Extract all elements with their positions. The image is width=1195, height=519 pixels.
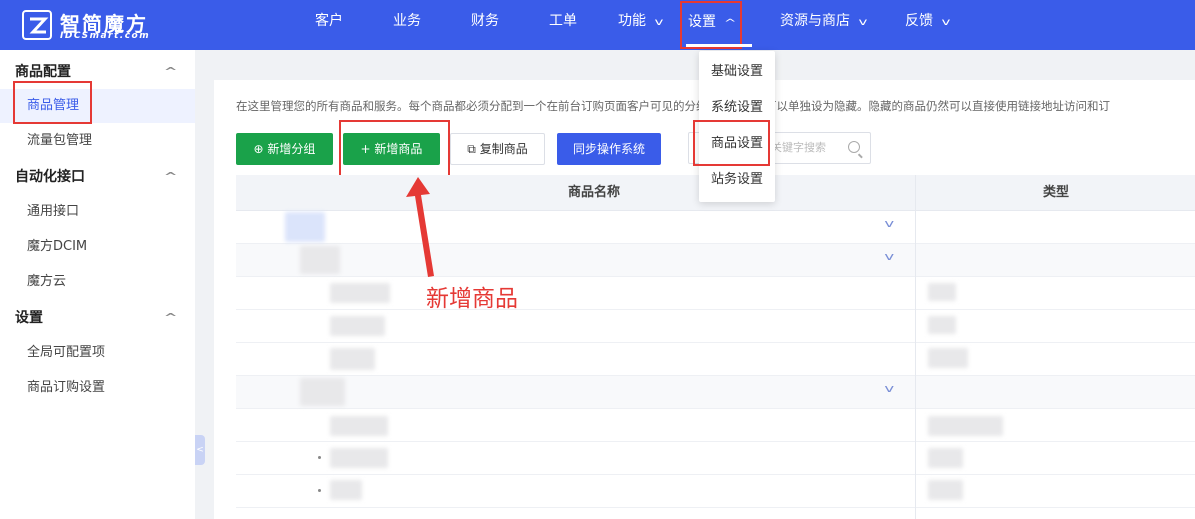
column-header-type: 类型 bbox=[1043, 185, 1070, 200]
sidebar-item-global-config[interactable]: 全局可配置项 bbox=[0, 336, 195, 370]
blurred-content bbox=[330, 348, 375, 370]
chevron-down-icon[interactable]: v bbox=[884, 217, 894, 230]
blurred-content bbox=[928, 448, 963, 468]
blurred-content bbox=[330, 416, 388, 436]
logo-subtitle: IDCSmart.com bbox=[60, 31, 151, 41]
nav-features[interactable]: 功能 v bbox=[618, 0, 664, 50]
blurred-content bbox=[928, 283, 956, 301]
logo[interactable]: 智简魔方 IDCSmart.com bbox=[22, 8, 172, 42]
chevron-down-icon: v bbox=[654, 17, 664, 28]
sync-os-button[interactable]: 同步操作系统 bbox=[557, 133, 661, 165]
list-bullet bbox=[318, 456, 321, 459]
logo-mark-icon bbox=[22, 10, 52, 40]
sidebar-group-automation[interactable]: 自动化接口 ^ bbox=[0, 160, 195, 194]
blurred-content bbox=[300, 246, 340, 274]
top-navbar: 智简魔方 IDCSmart.com 客户 业务 财务 工单 功能 v 设置 ^ 资源… bbox=[0, 0, 1195, 50]
highlight-box-product-management bbox=[13, 81, 92, 124]
chevron-down-icon[interactable]: v bbox=[884, 250, 894, 263]
search-icon bbox=[848, 141, 860, 153]
copy-product-button[interactable]: ⧉ 复制商品 bbox=[450, 133, 545, 165]
sidebar-collapse-handle[interactable]: < bbox=[195, 435, 205, 465]
menu-item-site-settings[interactable]: 站务设置 bbox=[699, 162, 775, 198]
blurred-content bbox=[928, 348, 968, 368]
nav-business[interactable]: 业务 bbox=[393, 0, 421, 50]
sidebar-group-settings[interactable]: 设置 ^ bbox=[0, 301, 195, 335]
blurred-content bbox=[928, 316, 956, 334]
annotation-arrow-icon bbox=[406, 177, 434, 277]
table-row[interactable]: v bbox=[236, 244, 1195, 277]
table-row[interactable] bbox=[236, 343, 1195, 376]
chevron-up-icon: ^ bbox=[163, 170, 178, 183]
blurred-content bbox=[300, 378, 345, 406]
blurred-content bbox=[330, 448, 388, 468]
nav-feedback[interactable]: 反馈 v bbox=[905, 0, 951, 50]
blurred-content bbox=[928, 480, 963, 500]
chevron-down-icon: v bbox=[941, 17, 951, 28]
sidebar-item-general-interface[interactable]: 通用接口 bbox=[0, 195, 195, 229]
blurred-content bbox=[330, 283, 390, 303]
highlight-box-add-product bbox=[339, 120, 450, 179]
table-row[interactable]: v bbox=[236, 376, 1195, 409]
nav-customers[interactable]: 客户 bbox=[315, 0, 343, 50]
nav-settings[interactable]: 设置 ^ bbox=[680, 1, 743, 49]
list-bullet bbox=[318, 489, 321, 492]
add-group-button[interactable]: ⊕ 新增分组 bbox=[236, 133, 333, 165]
blurred-content bbox=[330, 316, 385, 336]
table-row[interactable] bbox=[236, 475, 1195, 508]
column-header-product-name: 商品名称 bbox=[568, 185, 621, 200]
table-row[interactable] bbox=[236, 508, 1195, 519]
nav-finance[interactable]: 财务 bbox=[471, 0, 499, 50]
chevron-down-icon[interactable]: v bbox=[884, 382, 894, 395]
nav-tickets[interactable]: 工单 bbox=[549, 0, 577, 50]
chevron-up-icon: ^ bbox=[723, 18, 737, 29]
nav-active-indicator bbox=[686, 44, 752, 47]
nav-resources-store[interactable]: 资源与商店 v bbox=[780, 0, 868, 50]
chevron-up-icon: ^ bbox=[163, 311, 178, 324]
sidebar-item-order-settings[interactable]: 商品订购设置 bbox=[0, 371, 195, 405]
table-row[interactable]: v bbox=[236, 211, 1195, 244]
blurred-content bbox=[285, 212, 325, 242]
sidebar-item-dcim[interactable]: 魔方DCIM bbox=[0, 230, 195, 264]
menu-item-basic-settings[interactable]: 基础设置 bbox=[699, 54, 775, 90]
annotation-label: 新增商品 bbox=[426, 286, 518, 312]
column-divider bbox=[915, 175, 916, 519]
chevron-down-icon: v bbox=[858, 17, 868, 28]
blurred-content bbox=[330, 480, 362, 500]
sidebar-item-cloud[interactable]: 魔方云 bbox=[0, 265, 195, 299]
highlight-box-product-settings bbox=[693, 120, 770, 166]
sidebar-item-traffic-package[interactable]: 流量包管理 bbox=[0, 124, 195, 158]
copy-icon: ⧉ bbox=[467, 142, 476, 156]
blurred-content bbox=[928, 416, 1003, 436]
chevron-up-icon: ^ bbox=[163, 65, 178, 78]
